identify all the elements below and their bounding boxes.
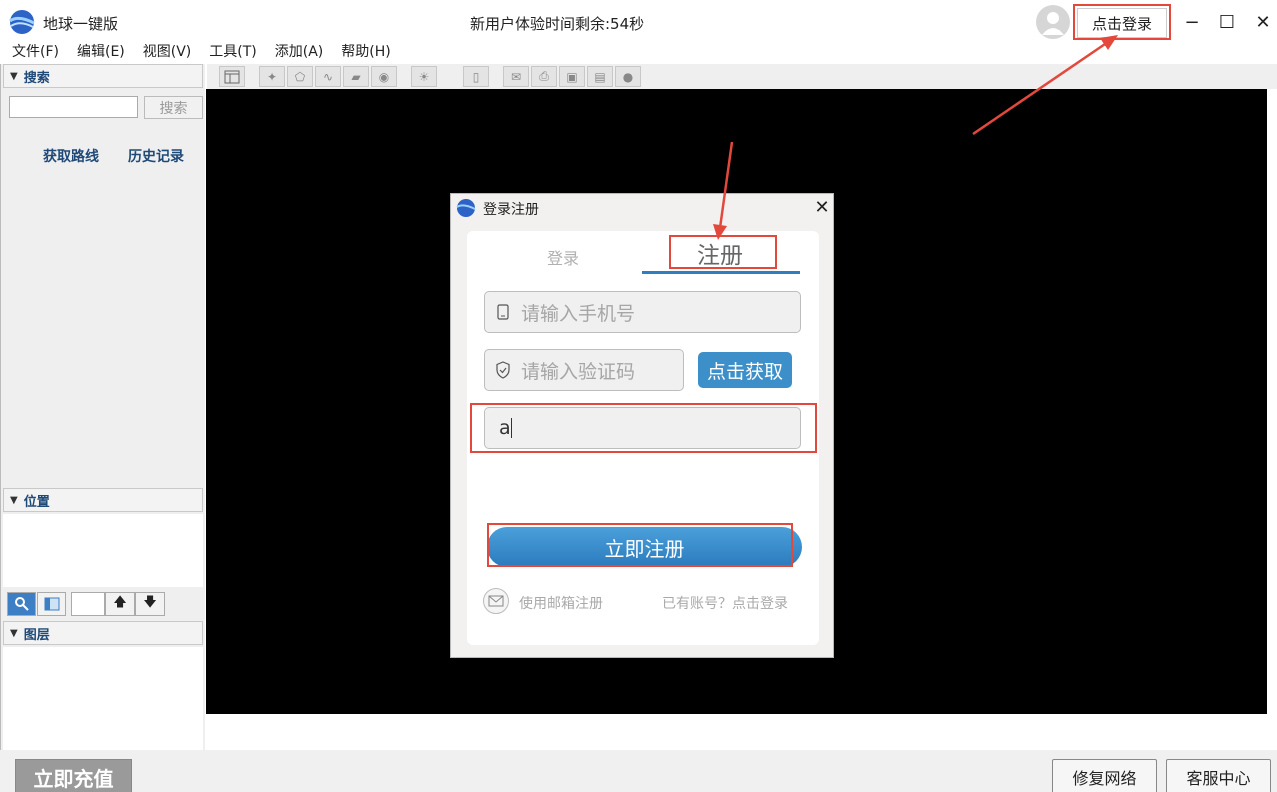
bottom-bar: 立即充值 修复网络 客服中心 (0, 750, 1277, 792)
email-icon: ✉ (510, 69, 522, 84)
ruler-tool[interactable]: ▯ (463, 66, 489, 87)
arrow-up-icon: 🡅 (113, 595, 127, 610)
planet-icon: ● (622, 69, 634, 84)
menu-bar: 文件(F) 编辑(E) 视图(V) 工具(T) 添加(A) 帮助(H) (0, 42, 420, 62)
left-panel: ▼ 搜索 搜索 获取路线 历史记录 ▼ 位置 🡅 🡇 ▼ 图层 (0, 64, 205, 750)
get-code-button[interactable]: 点击获取 (698, 352, 792, 388)
add-polygon-tool[interactable]: ⬠ (287, 66, 313, 87)
placemark-icon: ✦ (266, 69, 278, 84)
path-icon: ∿ (322, 69, 334, 84)
position-section-header[interactable]: ▼ 位置 (3, 488, 203, 512)
move-up-button[interactable]: 🡅 (105, 592, 135, 616)
view-in-maps-tool[interactable]: ▣ (559, 66, 585, 87)
search-section-label: 搜索 (23, 70, 50, 86)
arrow-down-icon: 🡇 (143, 595, 157, 610)
collapse-triangle-icon: ▼ (10, 494, 18, 506)
menu-add[interactable]: 添加(A) (263, 42, 330, 62)
app-title: 地球一键版 (43, 15, 119, 33)
customer-service-button[interactable]: 客服中心 (1166, 759, 1271, 792)
ruler-icon: ▯ (472, 69, 480, 84)
register-card: 登录 注册 请输入手机号 请输入验证码 点击获取 a 立即注册 使用邮箱注册 已… (467, 231, 819, 645)
dialog-close-button[interactable]: ✕ (812, 195, 832, 219)
position-field[interactable] (71, 592, 105, 616)
toolbar: ✦ ⬠ ∿ ▰ ◉ ☀ ▯ ✉ ⎙ ▣ ▤ ● (207, 64, 1277, 89)
maximize-button[interactable]: ☐ (1215, 10, 1239, 34)
phone-input[interactable]: 请输入手机号 (484, 291, 801, 333)
menu-tools[interactable]: 工具(T) (197, 42, 262, 62)
collapse-triangle-icon: ▼ (10, 627, 18, 639)
map-icon: ▣ (566, 69, 578, 84)
close-window-button[interactable]: ✕ (1251, 10, 1275, 34)
menu-file[interactable]: 文件(F) (0, 42, 65, 62)
search-section-header[interactable]: ▼ 搜索 (3, 64, 203, 88)
search-input[interactable] (9, 96, 138, 118)
print-tool[interactable]: ⎙ (531, 66, 557, 87)
get-route-link[interactable]: 获取路线 (43, 146, 99, 166)
email-register-link[interactable]: 使用邮箱注册 (519, 593, 603, 613)
tab-register-highlight (669, 235, 777, 269)
phone-icon (495, 303, 511, 321)
history-link[interactable]: 历史记录 (128, 146, 184, 166)
tab-login[interactable]: 登录 (547, 245, 579, 269)
panel-icon (44, 597, 59, 611)
repair-network-button[interactable]: 修复网络 (1052, 759, 1157, 792)
layers-list (3, 647, 203, 750)
search-button[interactable]: 搜索 (144, 96, 203, 119)
menu-edit[interactable]: 编辑(E) (65, 42, 131, 62)
add-path-tool[interactable]: ∿ (315, 66, 341, 87)
user-avatar[interactable] (1036, 5, 1070, 39)
app-logo-icon (9, 10, 35, 34)
email-tool[interactable]: ✉ (503, 66, 529, 87)
layers-section-label: 图层 (23, 627, 50, 643)
add-overlay-tool[interactable]: ▰ (343, 66, 369, 87)
polygon-icon: ⬠ (294, 69, 306, 84)
print-icon: ⎙ (539, 69, 549, 83)
trial-countdown: 新用户体验时间剩余:54秒 (470, 15, 645, 33)
email-register-icon[interactable] (483, 588, 509, 614)
close-icon: ✕ (814, 196, 830, 218)
layers-section-header[interactable]: ▼ 图层 (3, 621, 203, 645)
register-button-highlight (487, 523, 793, 567)
login-button-highlight (1073, 4, 1171, 40)
phone-placeholder: 请输入手机号 (521, 302, 636, 325)
shield-icon (495, 361, 511, 379)
login-register-dialog: 登录注册 ✕ 登录 注册 请输入手机号 请输入验证码 点击获取 a 立即注册 使… (450, 193, 834, 658)
dialog-logo-icon (456, 199, 476, 217)
sidebar-toggle-tool[interactable] (219, 66, 245, 87)
password-field-highlight (470, 403, 817, 453)
sunlight-icon: ☀ (418, 69, 430, 84)
search-places-button[interactable] (7, 592, 36, 616)
code-input[interactable]: 请输入验证码 (484, 349, 684, 391)
menu-view[interactable]: 视图(V) (131, 42, 198, 62)
add-placemark-tool[interactable]: ✦ (259, 66, 285, 87)
dialog-title: 登录注册 (483, 202, 539, 218)
move-down-button[interactable]: 🡇 (135, 592, 165, 616)
collapse-triangle-icon: ▼ (10, 70, 18, 82)
save-image-tool[interactable]: ▤ (587, 66, 613, 87)
minimize-button[interactable]: − (1180, 10, 1204, 34)
magnifier-icon (14, 597, 29, 611)
recharge-button[interactable]: 立即充值 (15, 759, 132, 792)
code-placeholder: 请输入验证码 (521, 360, 636, 383)
panel-toggle-button[interactable] (37, 592, 66, 616)
sidebar-icon (224, 70, 240, 83)
camera-icon: ◉ (378, 69, 390, 84)
record-tour-tool[interactable]: ◉ (371, 66, 397, 87)
user-icon (1042, 12, 1064, 35)
menu-help[interactable]: 帮助(H) (329, 42, 396, 62)
switch-planet-tool[interactable]: ● (615, 66, 641, 87)
have-account-login-link[interactable]: 已有账号？点击登录 (662, 593, 788, 613)
overlay-icon: ▰ (351, 69, 361, 84)
title-bar: 地球一键版 新用户体验时间剩余:54秒 点击登录 − ☐ ✕ (0, 0, 1277, 44)
image-icon: ▤ (594, 69, 606, 84)
sunlight-tool[interactable]: ☀ (411, 66, 437, 87)
position-section-label: 位置 (23, 494, 50, 510)
position-list (3, 514, 203, 587)
active-tab-indicator (642, 271, 800, 274)
